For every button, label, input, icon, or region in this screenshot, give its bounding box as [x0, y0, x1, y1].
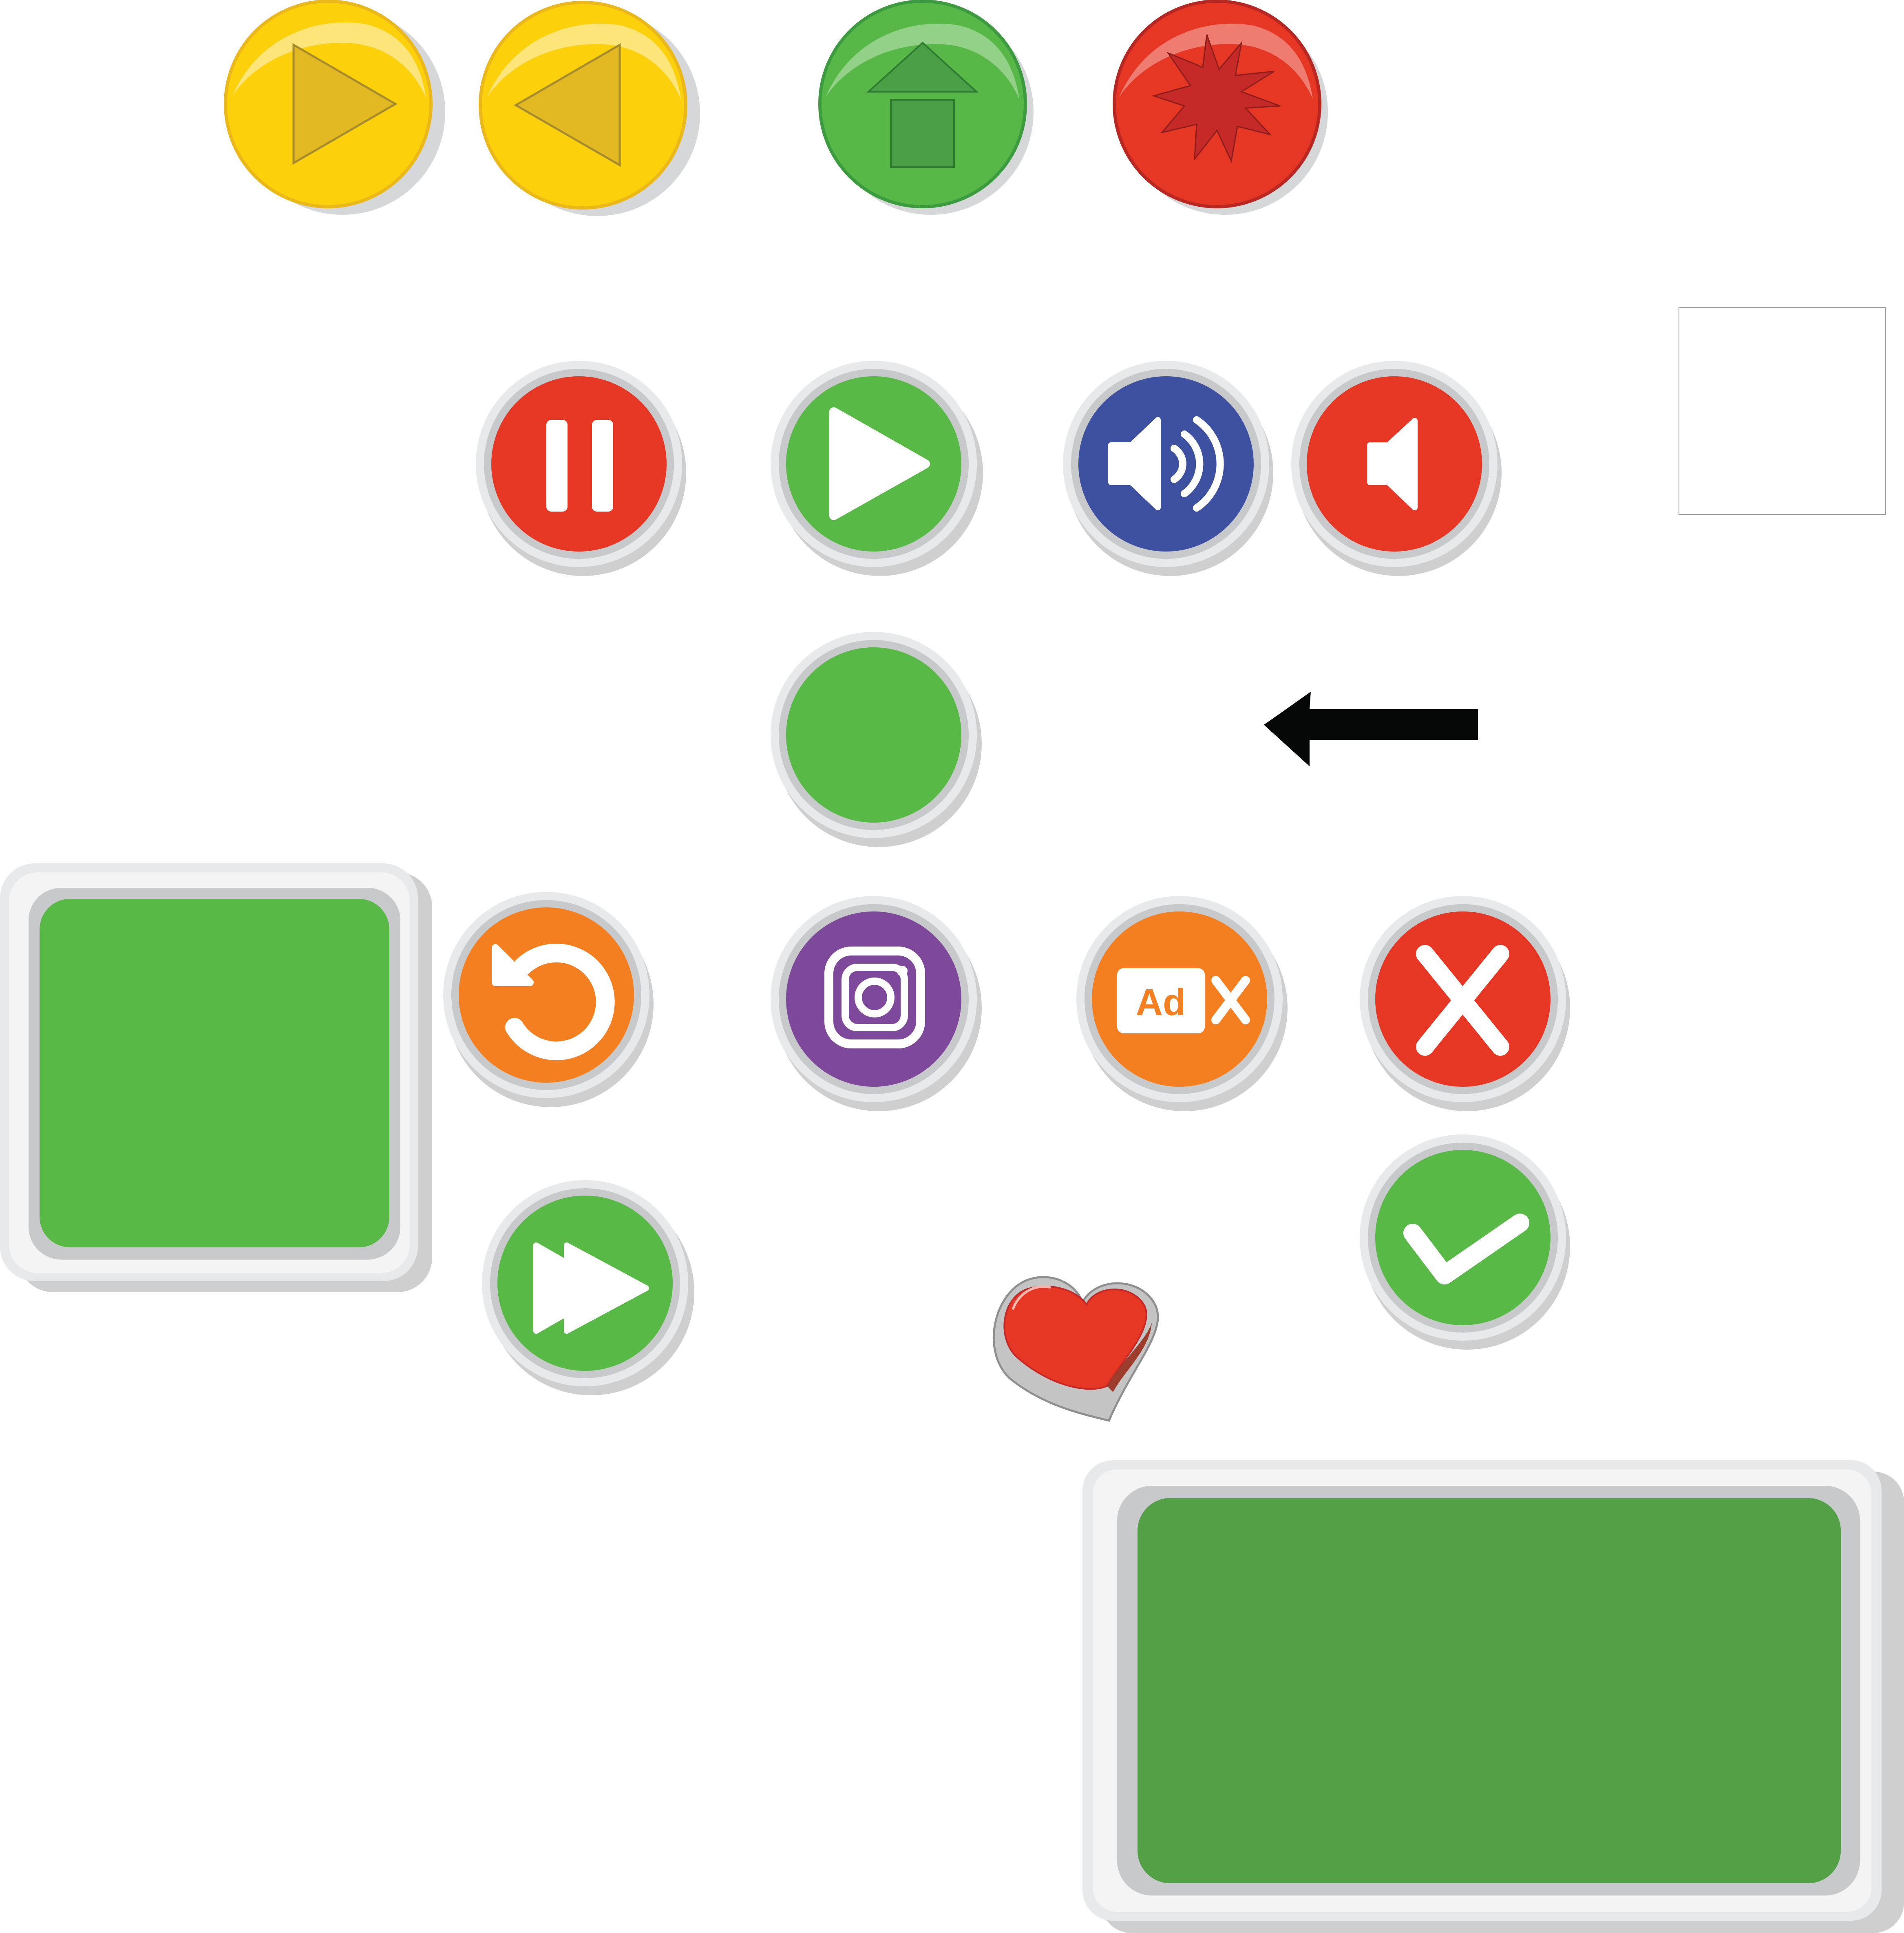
volume-on-button-graphic [1063, 361, 1273, 576]
instagram-button-graphic [771, 896, 982, 1111]
burst-button[interactable] [1109, 0, 1337, 216]
back-arrow-button[interactable] [1260, 689, 1480, 768]
burst-icon [1113, 0, 1328, 215]
upload-arrow-icon [818, 0, 1034, 215]
close-button-graphic [1360, 896, 1570, 1111]
confirm-button-graphic [1360, 1134, 1570, 1350]
close-button[interactable] [1356, 895, 1572, 1115]
blank-green-button[interactable] [771, 630, 987, 850]
confirm-button[interactable] [1356, 1133, 1572, 1353]
square-green-panel[interactable] [0, 860, 434, 1294]
remove-ads-button[interactable]: Ad [1074, 895, 1290, 1115]
play-button-graphic [771, 361, 983, 576]
instagram-button[interactable] [771, 895, 987, 1115]
volume-on-button[interactable] [1062, 359, 1278, 579]
fast-forward-button[interactable] [481, 1178, 697, 1398]
wide-green-panel[interactable] [1080, 1457, 1904, 1933]
upload-button[interactable] [815, 0, 1044, 216]
heart-button[interactable] [987, 1268, 1166, 1427]
fast-forward-button-graphic [482, 1180, 694, 1395]
square-green-panel-graphic [0, 863, 432, 1292]
play-button[interactable] [771, 359, 987, 579]
pause-button[interactable] [476, 359, 689, 579]
play-right-icon [224, 0, 445, 215]
play-left-button[interactable] [479, 0, 703, 216]
pause-button-graphic [476, 361, 686, 576]
restart-button-graphic [443, 892, 654, 1107]
remove-ads-button-graphic: Ad [1076, 896, 1288, 1111]
back-arrow-icon [1264, 692, 1478, 766]
blank-green-button-graphic [771, 632, 982, 847]
play-left-icon [479, 1, 700, 216]
wide-green-panel-graphic [1082, 1460, 1904, 1933]
restart-button[interactable] [442, 891, 658, 1107]
volume-mute-button-graphic [1291, 361, 1502, 576]
ad-badge-text: Ad [1136, 982, 1186, 1023]
heart-icon [992, 1276, 1159, 1422]
empty-frame [1679, 307, 1886, 515]
volume-mute-button[interactable] [1288, 359, 1504, 579]
play-right-button[interactable] [224, 0, 448, 216]
